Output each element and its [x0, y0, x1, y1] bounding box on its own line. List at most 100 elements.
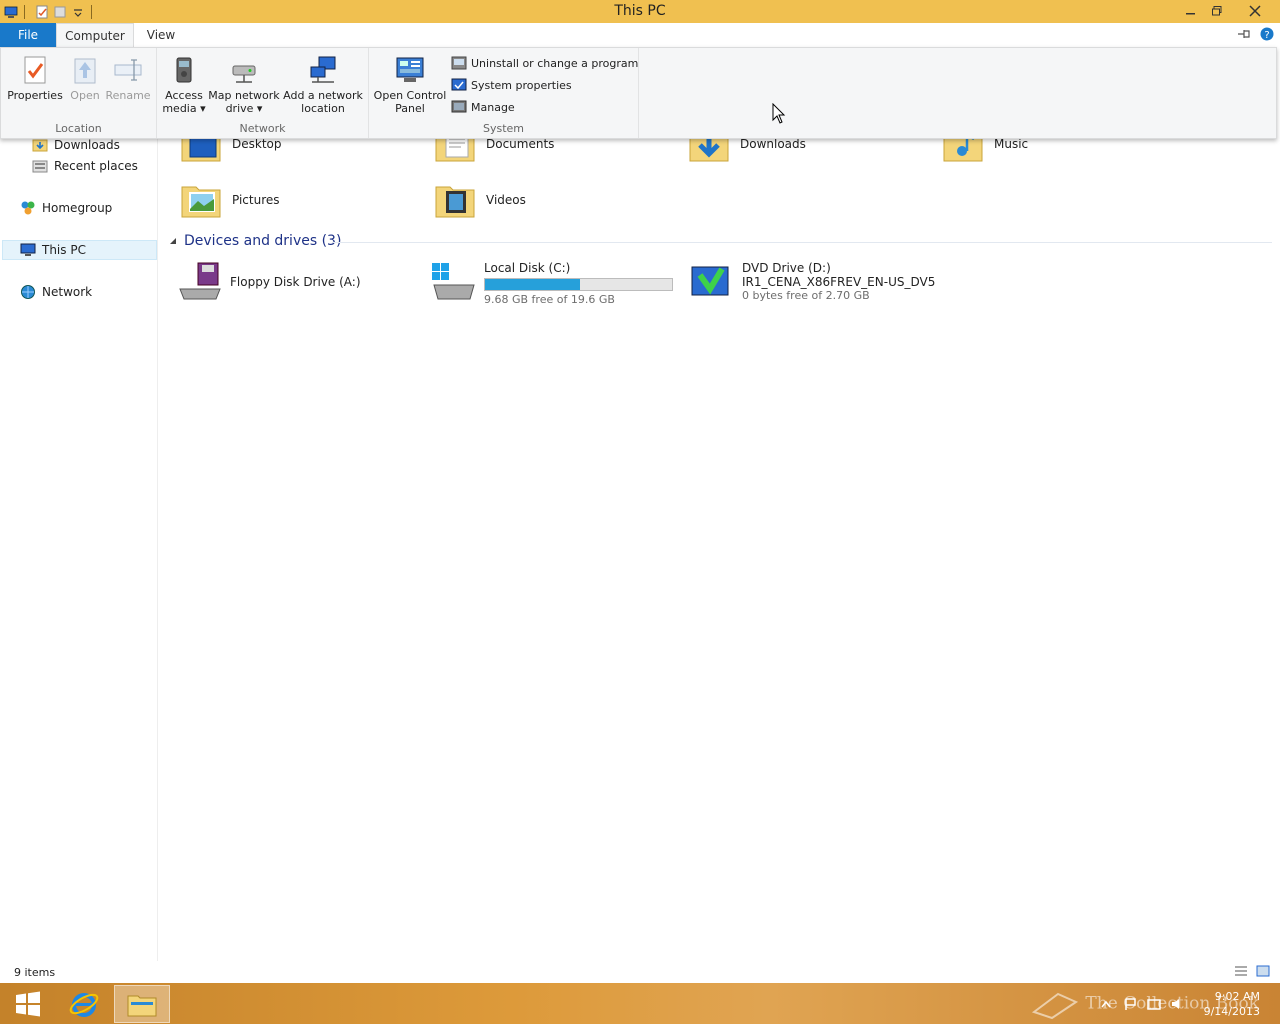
location-group-label: Location	[55, 122, 102, 135]
local-disk-usage-bar	[484, 278, 673, 291]
ribbon-help-area: ?	[1236, 27, 1274, 41]
item-count: 9 items	[14, 966, 56, 979]
window-title: This PC	[614, 3, 666, 19]
access-media-label-2: media ▾	[162, 102, 206, 115]
recent-places-icon	[32, 160, 48, 173]
network-icon	[21, 285, 35, 299]
homegroup-icon	[21, 201, 35, 215]
nav-network-label: Network	[42, 285, 93, 299]
pictures-folder-icon	[181, 186, 221, 218]
navigation-pane: Downloads Recent places Homegroup This P…	[0, 138, 158, 961]
dvd-drive-icon	[691, 266, 729, 296]
folder-desktop-label: Desktop	[232, 137, 282, 151]
manage-icon	[451, 100, 467, 113]
open-icon	[74, 58, 96, 84]
control-panel-label-1: Open Control	[373, 89, 447, 102]
nav-downloads-label: Downloads	[54, 138, 120, 152]
floppy-drive-icon	[179, 262, 221, 300]
tab-file[interactable]: File	[0, 23, 56, 47]
restore-button[interactable]	[1204, 0, 1230, 21]
system-properties-icon	[451, 78, 467, 91]
properties-label: Properties	[7, 89, 63, 102]
rename-icon	[114, 59, 142, 81]
local-disk-free-space: 9.68 GB free of 19.6 GB	[484, 293, 615, 306]
tab-computer[interactable]: Computer	[56, 23, 134, 47]
local-disk-icon	[432, 263, 475, 300]
network-group-label: Network	[239, 122, 286, 135]
floppy-label: Floppy Disk Drive (A:)	[230, 275, 361, 289]
access-media-label-1: Access	[165, 89, 203, 102]
close-button[interactable]	[1232, 0, 1278, 21]
tab-view[interactable]: View	[140, 23, 182, 47]
open-button[interactable]: Open	[65, 54, 105, 102]
title-bar: This PC	[0, 0, 1280, 23]
nav-item-recent-places[interactable]: Recent places	[32, 156, 138, 176]
rename-button[interactable]: Rename	[105, 54, 151, 102]
watermark-book-icon	[1031, 992, 1079, 1020]
dvd-volume-label: IR1_CENA_X86FREV_EN-US_DV5	[742, 275, 936, 289]
collapse-triangle-icon[interactable]	[168, 236, 178, 246]
devices-group-header[interactable]: Devices and drives (3)	[168, 233, 341, 249]
internet-explorer-button[interactable]	[56, 985, 112, 1023]
nav-item-this-pc[interactable]: This PC	[2, 240, 157, 260]
watermark-text: The Collection Book	[1085, 993, 1259, 1014]
minimize-button[interactable]	[1178, 0, 1204, 21]
drive-floppy[interactable]: Floppy Disk Drive (A:)	[176, 261, 361, 303]
add-network-location-button[interactable]: Add a network location	[281, 54, 365, 115]
nav-item-network[interactable]: Network	[20, 282, 92, 302]
file-explorer-button[interactable]	[114, 985, 170, 1023]
folder-videos-label: Videos	[486, 193, 526, 207]
minimize-icon	[1186, 12, 1195, 14]
control-panel-icon	[396, 57, 424, 82]
pin-ribbon-icon[interactable]	[1236, 27, 1252, 41]
dvd-info: DVD Drive (D:) IR1_CENA_X86FREV_EN-US_DV…	[742, 261, 935, 302]
svg-text:?: ?	[1264, 30, 1269, 41]
access-media-button[interactable]: Access media ▾	[161, 54, 207, 115]
large-icons-view-icon[interactable]	[1256, 965, 1270, 977]
dvd-name: DVD Drive (D:)	[742, 261, 831, 275]
devices-header-label: Devices and drives (3)	[184, 233, 342, 249]
map-network-drive-label-2: drive ▾	[225, 102, 263, 115]
uninstall-program-button[interactable]: Uninstall or change a program	[451, 54, 638, 72]
add-network-location-icon	[310, 56, 336, 83]
this-pc-nav-icon	[20, 243, 36, 256]
nav-recent-label: Recent places	[54, 159, 138, 173]
close-icon	[1249, 4, 1261, 17]
local-disk-name: Local Disk (C:)	[484, 261, 571, 275]
open-control-panel-button[interactable]: Open Control Panel	[373, 54, 447, 115]
uninstall-icon	[451, 56, 467, 70]
ribbon-group-network: Access media ▾ Map network drive ▾ Add a…	[157, 48, 369, 138]
local-disk-usage-fill	[485, 279, 580, 290]
content-pane: Desktop Documents Downloads Music Pictur…	[160, 128, 1280, 961]
open-label: Open	[70, 89, 100, 102]
start-button[interactable]	[0, 985, 56, 1023]
folder-videos[interactable]: Videos	[434, 179, 526, 221]
restore-icon	[1212, 5, 1222, 15]
add-network-location-label-1: Add a network	[283, 89, 363, 102]
downloads-folder-icon	[32, 139, 48, 152]
manage-label: Manage	[471, 100, 515, 114]
system-properties-button[interactable]: System properties	[451, 76, 572, 94]
mouse-pointer-icon	[772, 103, 786, 124]
details-view-icon[interactable]	[1234, 965, 1248, 977]
map-network-drive-button[interactable]: Map network drive ▾	[207, 54, 281, 115]
local-disk-info: Local Disk (C:) 9.68 GB free of 19.6 GB	[484, 261, 673, 306]
ribbon-group-location: Properties Open Rename Location	[1, 48, 157, 138]
folder-documents-label: Documents	[486, 137, 555, 151]
drive-dvd-d[interactable]: DVD Drive (D:) IR1_CENA_X86FREV_EN-US_DV…	[688, 261, 935, 303]
nav-item-homegroup[interactable]: Homegroup	[20, 198, 112, 218]
system-properties-label: System properties	[471, 78, 572, 92]
devices-divider	[332, 242, 1272, 243]
folder-downloads-label: Downloads	[740, 137, 806, 151]
drive-local-disk-c[interactable]: Local Disk (C:) 9.68 GB free of 19.6 GB	[430, 261, 673, 306]
rename-label: Rename	[105, 89, 151, 102]
properties-button[interactable]: Properties	[7, 54, 63, 102]
ribbon-tab-bar: File Computer View	[0, 23, 1280, 47]
manage-button[interactable]: Manage	[451, 98, 515, 116]
view-switcher	[1234, 965, 1270, 977]
status-bar: 9 items	[0, 961, 1280, 983]
nav-homegroup-label: Homegroup	[42, 201, 113, 215]
folder-pictures[interactable]: Pictures	[180, 179, 280, 221]
ribbon-panel: Properties Open Rename Location Access m…	[0, 47, 1277, 139]
help-icon[interactable]: ?	[1260, 27, 1274, 41]
